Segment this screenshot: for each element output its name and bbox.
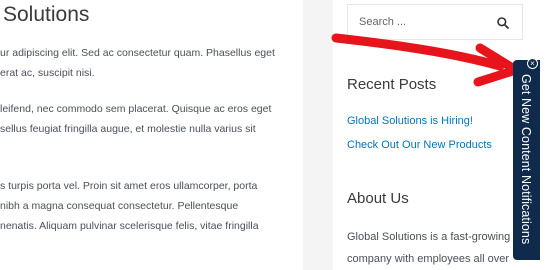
- paragraph-line: erat ac, suscipit nisi.: [0, 67, 95, 79]
- paragraph-line: sellus feugiat fringilla augue, et moles…: [0, 123, 256, 135]
- close-icon[interactable]: ×: [527, 58, 538, 69]
- paragraph-line: s turpis porta vel. Proin sit amet eros …: [0, 180, 258, 192]
- paragraph-3: s turpis porta vel. Proin sit amet eros …: [0, 176, 259, 236]
- notification-subscribe-tab[interactable]: Get New Content Notifications: [513, 60, 540, 260]
- main-content: Solutions ur adipiscing elit. Sed ac con…: [0, 0, 303, 270]
- recent-posts-title: Recent Posts: [347, 76, 437, 93]
- paragraph-line: nenatis. Aliquam pulvinar scelerisque fe…: [0, 220, 259, 232]
- paragraph-line: ur adipiscing elit. Sed ac consectetur q…: [0, 47, 275, 59]
- search-input[interactable]: Search ...: [347, 4, 523, 40]
- notification-tab-label: Get New Content Notifications: [519, 74, 533, 245]
- paragraph-line: leifend, nec commodo sem placerat. Quisq…: [0, 103, 272, 115]
- recent-post-link[interactable]: Global Solutions is Hiring!: [347, 115, 473, 127]
- paragraph-2: leifend, nec commodo sem placerat. Quisq…: [0, 99, 271, 139]
- content-divider: [303, 0, 333, 270]
- about-us-text: Global Solutions is a fast-growing compa…: [347, 226, 510, 270]
- paragraph-1: ur adipiscing elit. Sed ac consectetur q…: [0, 43, 275, 83]
- paragraph-line: nibh a magna consequat consectetur. Pell…: [0, 200, 239, 212]
- page-edge: [540, 0, 550, 270]
- about-line: company with employees all over: [347, 253, 510, 265]
- about-us-title: About Us: [347, 190, 409, 207]
- search-icon[interactable]: [496, 16, 510, 30]
- recent-post-link[interactable]: Check Out Our New Products: [347, 139, 492, 151]
- search-placeholder: Search ...: [359, 16, 407, 28]
- page: Solutions ur adipiscing elit. Sed ac con…: [0, 0, 550, 270]
- about-line: Global Solutions is a fast-growing: [347, 231, 511, 243]
- page-title: Solutions: [3, 3, 90, 26]
